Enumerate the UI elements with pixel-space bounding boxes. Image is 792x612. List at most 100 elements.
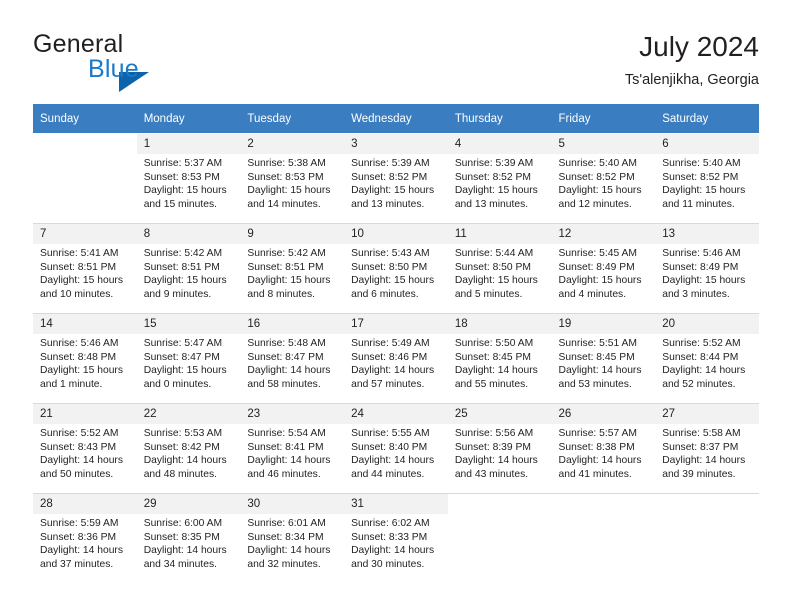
calendar-cell-content: 25 Sunrise: 5:56 AM Sunset: 8:39 PM Dayligh… — [447, 404, 552, 493]
calendar-cell-content: 7 Sunrise: 5:41 AM Sunset: 8:51 PM Daylight… — [33, 224, 137, 313]
sunrise-text: Sunrise: 5:57 AM — [558, 428, 637, 439]
day-details: Sunrise: 5:42 AM Sunset: 8:51 PM Daylight:… — [144, 247, 235, 301]
daylight-text-line1: Daylight: 15 hours — [40, 275, 123, 287]
day-number: 9 — [240, 224, 345, 244]
calendar-day-cell[interactable]: 22 Sunrise: 5:53 AM Sunset: 8:42 PM Dayligh… — [136, 403, 241, 494]
calendar-day-cell[interactable]: 19 Sunrise: 5:51 AM Sunset: 8:45 PM Dayligh… — [551, 313, 656, 404]
daylight-text-line1: Daylight: 15 hours — [247, 275, 331, 287]
calendar-day-cell[interactable]: 12 Sunrise: 5:45 AM Sunset: 8:49 PM Dayligh… — [551, 223, 656, 314]
sunrise-text: Sunrise: 5:37 AM — [143, 158, 223, 169]
sunset-text: Sunset: 8:48 PM — [40, 351, 117, 363]
calendar-cell-empty — [655, 493, 759, 583]
calendar-day-cell[interactable]: 18 Sunrise: 5:50 AM Sunset: 8:45 PM Dayligh… — [447, 313, 552, 404]
day-details: Sunrise: 5:40 AM Sunset: 8:52 PM Daylight:… — [559, 157, 650, 211]
daylight-text-line1: Daylight: 14 hours — [454, 365, 538, 377]
calendar-day-cell[interactable]: 11 Sunrise: 5:44 AM Sunset: 8:50 PM Dayligh… — [447, 223, 552, 314]
day-number: 2 — [240, 134, 345, 154]
calendar-day-cell[interactable]: 10 Sunrise: 5:43 AM Sunset: 8:50 PM Dayligh… — [344, 223, 448, 314]
calendar-day-cell[interactable]: 8 Sunrise: 5:42 AM Sunset: 8:51 PM Daylight… — [136, 223, 241, 314]
calendar-day-cell[interactable]: 30 Sunrise: 6:01 AM Sunset: 8:34 PM Dayligh… — [240, 493, 345, 583]
daylight-text-line2: and 11 minutes. — [662, 198, 735, 210]
calendar-page: General Blue July 2024 Ts'alenjikha, Geo… — [0, 0, 792, 612]
sunset-text: Sunset: 8:50 PM — [351, 261, 428, 273]
day-details: Sunrise: 5:47 AM Sunset: 8:47 PM Daylight:… — [144, 337, 235, 391]
day-number: 18 — [447, 314, 552, 334]
calendar-day-cell[interactable]: 13 Sunrise: 5:46 AM Sunset: 8:49 PM Dayligh… — [655, 223, 759, 314]
calendar-day-cell[interactable]: 5 Sunrise: 5:40 AM Sunset: 8:52 PM Daylight… — [551, 133, 656, 224]
sunrise-text: Sunrise: 5:50 AM — [454, 338, 534, 349]
calendar-day-cell[interactable]: 20 Sunrise: 5:52 AM Sunset: 8:44 PM Dayligh… — [655, 313, 759, 404]
daylight-text-line2: and 32 minutes. — [247, 558, 321, 570]
sunrise-text: Sunrise: 5:40 AM — [662, 158, 741, 169]
sunset-text: Sunset: 8:47 PM — [143, 351, 220, 363]
calendar-day-cell[interactable]: 26 Sunrise: 5:57 AM Sunset: 8:38 PM Dayligh… — [551, 403, 656, 494]
calendar-cell-content: 26 Sunrise: 5:57 AM Sunset: 8:38 PM Dayligh… — [551, 404, 656, 493]
calendar-day-cell[interactable]: 21 Sunrise: 5:52 AM Sunset: 8:43 PM Dayligh… — [33, 403, 137, 494]
day-number: 21 — [33, 404, 137, 424]
weekday-header-tuesday: Tuesday — [240, 104, 345, 134]
daylight-text-line2: and 43 minutes. — [454, 468, 529, 480]
sunrise-text: Sunrise: 6:01 AM — [247, 518, 326, 529]
day-details: Sunrise: 5:50 AM Sunset: 8:45 PM Daylight:… — [455, 337, 546, 391]
daylight-text-line2: and 13 minutes. — [351, 198, 425, 210]
calendar-day-cell[interactable]: 1 Sunrise: 5:37 AM Sunset: 8:53 PM Daylight… — [136, 133, 241, 224]
calendar-day-cell[interactable]: 29 Sunrise: 6:00 AM Sunset: 8:35 PM Dayligh… — [136, 493, 241, 583]
calendar-day-cell[interactable]: 3 Sunrise: 5:39 AM Sunset: 8:52 PM Daylight… — [344, 133, 448, 224]
page-header: General Blue July 2024 Ts'alenjikha, Geo… — [33, 30, 759, 96]
daylight-text-line2: and 3 minutes. — [662, 288, 730, 300]
day-details: Sunrise: 5:39 AM Sunset: 8:52 PM Daylight:… — [455, 157, 546, 211]
daylight-text-line2: and 39 minutes. — [662, 468, 736, 480]
sunset-text: Sunset: 8:49 PM — [662, 261, 739, 273]
calendar-day-cell[interactable]: 17 Sunrise: 5:49 AM Sunset: 8:46 PM Dayligh… — [344, 313, 448, 404]
day-number: 14 — [33, 314, 137, 334]
calendar-day-cell[interactable]: 15 Sunrise: 5:47 AM Sunset: 8:47 PM Dayligh… — [136, 313, 241, 404]
calendar-day-cell[interactable]: 28 Sunrise: 5:59 AM Sunset: 8:36 PM Dayligh… — [33, 493, 137, 583]
calendar-day-cell[interactable]: 6 Sunrise: 5:40 AM Sunset: 8:52 PM Daylight… — [655, 133, 759, 224]
sunrise-text: Sunrise: 5:39 AM — [351, 158, 430, 169]
daylight-text-line2: and 37 minutes. — [40, 558, 114, 570]
daylight-text-line1: Daylight: 15 hours — [662, 185, 746, 197]
calendar-day-cell[interactable]: 2 Sunrise: 5:38 AM Sunset: 8:53 PM Daylight… — [240, 133, 345, 224]
calendar-day-cell[interactable]: 23 Sunrise: 5:54 AM Sunset: 8:41 PM Dayligh… — [240, 403, 345, 494]
day-number: 3 — [344, 134, 448, 154]
daylight-text-line2: and 55 minutes. — [454, 378, 529, 390]
daylight-text-line1: Daylight: 14 hours — [662, 365, 746, 377]
calendar-cell-content: 17 Sunrise: 5:49 AM Sunset: 8:46 PM Dayligh… — [344, 314, 448, 403]
calendar-day-cell[interactable]: 25 Sunrise: 5:56 AM Sunset: 8:39 PM Dayligh… — [447, 403, 552, 494]
calendar-week-row: 7 Sunrise: 5:41 AM Sunset: 8:51 PM Daylight… — [33, 223, 759, 314]
calendar-cell-content: 6 Sunrise: 5:40 AM Sunset: 8:52 PM Daylight… — [655, 134, 759, 223]
calendar-day-cell[interactable]: 27 Sunrise: 5:58 AM Sunset: 8:37 PM Dayligh… — [655, 403, 759, 494]
daylight-text-line2: and 34 minutes. — [143, 558, 217, 570]
calendar-day-cell[interactable]: 14 Sunrise: 5:46 AM Sunset: 8:48 PM Dayligh… — [33, 313, 137, 404]
day-details: Sunrise: 5:38 AM Sunset: 8:53 PM Daylight:… — [247, 157, 338, 211]
day-details: Sunrise: 5:57 AM Sunset: 8:38 PM Daylight:… — [559, 427, 650, 481]
daylight-text-line1: Daylight: 15 hours — [558, 185, 642, 197]
calendar-day-cell[interactable]: 16 Sunrise: 5:48 AM Sunset: 8:47 PM Dayligh… — [240, 313, 345, 404]
calendar-day-cell[interactable]: 7 Sunrise: 5:41 AM Sunset: 8:51 PM Daylight… — [33, 223, 137, 314]
day-details: Sunrise: 5:37 AM Sunset: 8:53 PM Daylight:… — [144, 157, 235, 211]
calendar-day-cell[interactable]: 9 Sunrise: 5:42 AM Sunset: 8:51 PM Daylight… — [240, 223, 345, 314]
calendar-cell-content — [33, 134, 137, 223]
daylight-text-line1: Daylight: 14 hours — [143, 455, 227, 467]
calendar-cell-content: 22 Sunrise: 5:53 AM Sunset: 8:42 PM Dayligh… — [136, 404, 241, 493]
sunset-text: Sunset: 8:42 PM — [143, 441, 220, 453]
calendar-day-cell[interactable]: 4 Sunrise: 5:39 AM Sunset: 8:52 PM Daylight… — [447, 133, 552, 224]
daylight-text-line2: and 15 minutes. — [143, 198, 217, 210]
day-details: Sunrise: 6:02 AM Sunset: 8:33 PM Daylight:… — [351, 517, 442, 571]
daylight-text-line1: Daylight: 14 hours — [351, 545, 435, 557]
calendar-day-cell[interactable]: 31 Sunrise: 6:02 AM Sunset: 8:33 PM Dayligh… — [344, 493, 448, 583]
sunrise-text: Sunrise: 5:46 AM — [40, 338, 119, 349]
daylight-text-line1: Daylight: 15 hours — [40, 365, 123, 377]
day-number: 20 — [655, 314, 759, 334]
daylight-text-line1: Daylight: 15 hours — [662, 275, 746, 287]
sunset-text: Sunset: 8:45 PM — [558, 351, 635, 363]
daylight-text-line1: Daylight: 14 hours — [247, 545, 331, 557]
calendar-day-cell[interactable]: 24 Sunrise: 5:55 AM Sunset: 8:40 PM Dayligh… — [344, 403, 448, 494]
brand-name-blue: Blue — [88, 55, 139, 83]
brand-logo[interactable]: General Blue — [33, 30, 293, 92]
daylight-text-line1: Daylight: 15 hours — [454, 185, 538, 197]
calendar-cell-content: 18 Sunrise: 5:50 AM Sunset: 8:45 PM Dayligh… — [447, 314, 552, 403]
sunset-text: Sunset: 8:43 PM — [40, 441, 117, 453]
sunset-text: Sunset: 8:47 PM — [247, 351, 324, 363]
sunset-text: Sunset: 8:46 PM — [351, 351, 428, 363]
